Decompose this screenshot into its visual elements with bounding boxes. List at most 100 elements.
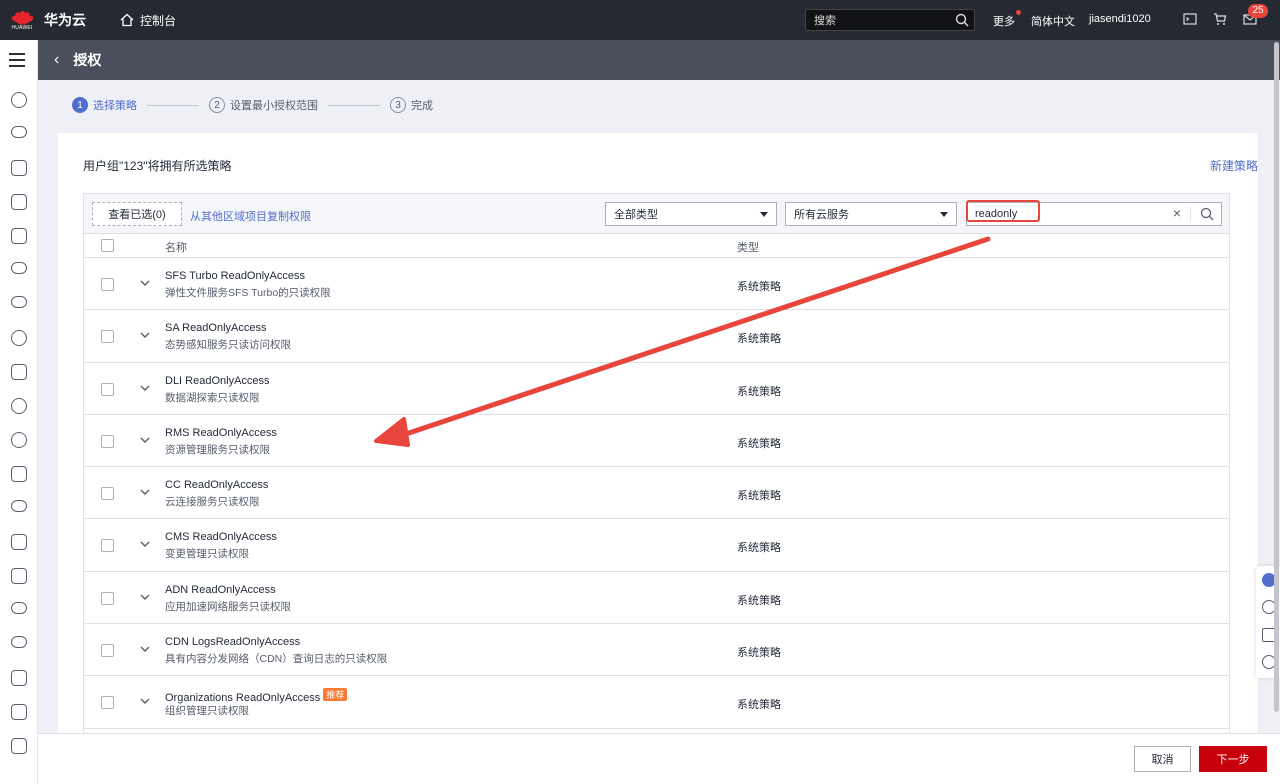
sidebar-service-icon-20[interactable] (11, 738, 27, 754)
sidebar-service-icon-16[interactable] (11, 602, 27, 614)
search-icon[interactable] (955, 13, 969, 27)
policy-type: 系统策略 (737, 333, 781, 346)
row-checkbox[interactable] (101, 644, 114, 658)
step-3: 3 完成 (390, 97, 433, 113)
table-row[interactable]: CMS ReadOnlyAccess 变更管理只读权限 系统策略 (84, 519, 1229, 572)
table-row[interactable]: SA ReadOnlyAccess 态势感知服务只读访问权限 系统策略 (84, 310, 1229, 363)
panel-heading: 用户组"123"将拥有所选策略 (83, 159, 232, 173)
row-checkbox[interactable] (101, 539, 114, 553)
top-navigation-bar: HUAWEI 华为云 控制台 搜索 更多 简体中文 jiasendi1020 2… (0, 0, 1280, 40)
user-account-menu[interactable]: jiasendi1020 (1089, 13, 1151, 25)
row-checkbox[interactable] (101, 591, 114, 605)
policy-description: 弹性文件服务SFS Turbo的只读权限 (165, 287, 331, 299)
sidebar-service-icon-4[interactable] (11, 194, 27, 210)
policy-description: 资源管理服务只读权限 (165, 443, 270, 456)
policy-name: SFS Turbo ReadOnlyAccess (165, 270, 306, 282)
expand-chevron-icon[interactable] (138, 276, 152, 290)
policy-type: 系统策略 (737, 385, 781, 398)
policy-description: 组织管理只读权限 (165, 705, 249, 718)
cloud-service-select[interactable]: 所有云服务 (785, 202, 957, 226)
policy-name: CC ReadOnlyAccess (165, 479, 269, 492)
step-3-number: 3 (390, 97, 406, 113)
policy-description: 应用加速网络服务只读权限 (165, 600, 291, 613)
policy-type-select[interactable]: 全部类型 (605, 202, 777, 226)
expand-chevron-icon[interactable] (138, 433, 152, 447)
sidebar-service-icon-5[interactable] (11, 228, 27, 244)
select-all-checkbox[interactable] (101, 239, 114, 252)
policy-name: SA ReadOnlyAccess (165, 322, 267, 335)
policy-selection-panel: 用户组"123"将拥有所选策略 新建策略 查看已选(0) 从其他区域项目复制权限… (58, 133, 1258, 733)
policy-description: 变更管理只读权限 (165, 548, 249, 561)
expand-chevron-icon[interactable] (138, 590, 152, 604)
sidebar-service-icon-1[interactable] (11, 92, 27, 108)
table-row[interactable]: CDN LogsReadOnlyAccess 具有内容分发网络（CDN）查询日志的… (84, 624, 1229, 677)
language-switcher[interactable]: 简体中文 (1031, 13, 1075, 29)
copy-permissions-link[interactable]: 从其他区域项目复制权限 (190, 208, 311, 224)
brand-name[interactable]: 华为云 (44, 10, 86, 30)
expand-chevron-icon[interactable] (138, 485, 152, 499)
table-row[interactable]: CC ReadOnlyAccess 云连接服务只读权限 系统策略 (84, 467, 1229, 520)
sidebar-service-icon-6[interactable] (11, 262, 27, 274)
row-checkbox[interactable] (101, 696, 114, 710)
policy-description: 云连接服务只读权限 (165, 496, 260, 509)
menu-icon[interactable] (9, 53, 25, 71)
search-icon[interactable] (1200, 207, 1214, 221)
page-header: ‹ 授权 (38, 40, 1280, 80)
message-count-badge: 25 (1248, 4, 1268, 18)
sidebar-service-icon-11[interactable] (11, 432, 27, 448)
column-header-name: 名称 (165, 242, 187, 254)
cart-icon[interactable] (1213, 12, 1227, 26)
cancel-button[interactable]: 取消 (1134, 746, 1191, 772)
table-row[interactable]: SFS Turbo ReadOnlyAccess 弹性文件服务SFS Turbo的… (84, 258, 1229, 311)
view-selected-button[interactable]: 查看已选(0) (92, 202, 182, 226)
sidebar-service-icon-14[interactable] (11, 534, 27, 550)
expand-chevron-icon[interactable] (138, 328, 152, 342)
next-step-button[interactable]: 下一步 (1199, 746, 1267, 772)
sidebar-service-icon-3[interactable] (11, 160, 27, 176)
table-row[interactable]: DLI ReadOnlyAccess 数据湖探索只读权限 系统策略 (84, 363, 1229, 415)
row-checkbox[interactable] (101, 278, 114, 291)
page-scrollbar[interactable] (1274, 42, 1279, 712)
sidebar-service-icon-18[interactable] (11, 670, 27, 686)
expand-chevron-icon[interactable] (138, 694, 152, 708)
sidebar-service-icon-7[interactable] (11, 296, 27, 308)
sidebar-service-icon-13[interactable] (11, 500, 27, 512)
step-3-label: 完成 (411, 100, 433, 112)
sidebar-service-icon-2[interactable] (11, 126, 27, 138)
policy-name: RMS ReadOnlyAccess (165, 426, 277, 439)
row-checkbox[interactable] (101, 382, 114, 396)
global-search-input[interactable]: 搜索 (805, 9, 975, 31)
console-label: 控制台 (140, 13, 177, 28)
back-arrow-icon[interactable]: ‹ (54, 51, 59, 69)
console-link[interactable]: 控制台 (120, 12, 176, 29)
policy-name: ADN ReadOnlyAccess (165, 583, 276, 596)
sidebar-service-icon-17[interactable] (11, 636, 27, 648)
table-row[interactable]: RMS ReadOnlyAccess 资源管理服务只读权限 系统策略 (84, 415, 1229, 468)
policy-search-input[interactable]: readonly × (966, 200, 1222, 226)
sidebar-service-icon-19[interactable] (11, 704, 27, 720)
terminal-icon[interactable] (1183, 12, 1197, 26)
expand-chevron-icon[interactable] (138, 381, 152, 395)
clear-icon[interactable]: × (1173, 205, 1181, 221)
huawei-flower-icon (10, 10, 34, 25)
policy-name: CDN LogsReadOnlyAccess (165, 636, 301, 649)
table-row[interactable]: Organizations ReadOnlyAccess 推荐 组织管理只读权限 系统… (84, 676, 1229, 729)
sidebar-service-icon-12[interactable] (11, 466, 27, 482)
table-row[interactable]: ADN ReadOnlyAccess 应用加速网络服务只读权限 系统策略 (84, 572, 1229, 625)
column-header-type: 类型 (737, 242, 759, 254)
policy-table: 查看已选(0) 从其他区域项目复制权限 全部类型 所有云服务 readonly … (83, 193, 1230, 733)
row-checkbox[interactable] (101, 330, 114, 344)
row-checkbox[interactable] (101, 487, 114, 501)
sidebar-service-icon-9[interactable] (11, 364, 27, 380)
huawei-logo[interactable]: HUAWEI (4, 0, 40, 40)
ip-icon[interactable] (11, 398, 27, 414)
row-checkbox[interactable] (101, 434, 114, 448)
expand-chevron-icon[interactable] (138, 642, 152, 656)
chevron-down-icon (760, 212, 768, 217)
new-policy-link[interactable]: 新建策略 (1210, 157, 1258, 174)
policy-type: 系统策略 (737, 437, 781, 450)
expand-chevron-icon[interactable] (138, 537, 152, 551)
more-menu[interactable]: 更多 (993, 10, 1021, 29)
sidebar-service-icon-15[interactable] (11, 568, 27, 584)
globe-icon[interactable] (11, 330, 27, 346)
